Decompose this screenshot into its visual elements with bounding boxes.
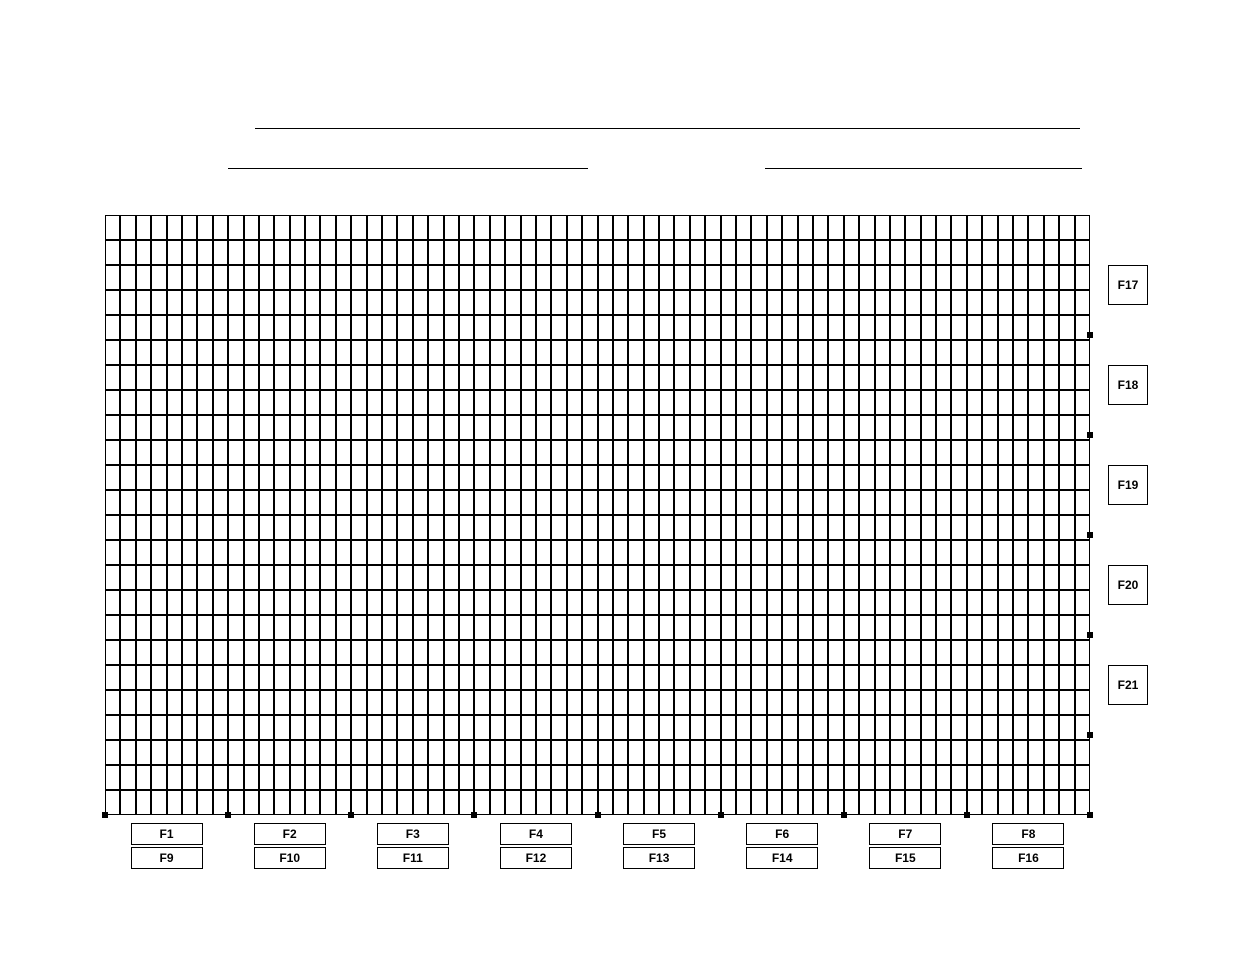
fkey-f13[interactable]: F13 xyxy=(623,847,695,869)
fkey-f7[interactable]: F7 xyxy=(869,823,941,845)
fkey-f16[interactable]: F16 xyxy=(992,847,1064,869)
fkey-f3[interactable]: F3 xyxy=(377,823,449,845)
side-tick xyxy=(1087,332,1093,338)
bottom-tick xyxy=(102,812,108,818)
fkey-f19[interactable]: F19 xyxy=(1108,465,1148,505)
side-tick xyxy=(1087,532,1093,538)
fkey-f10[interactable]: F10 xyxy=(254,847,326,869)
bottom-tick xyxy=(1087,812,1093,818)
grid-area xyxy=(105,215,1090,815)
bottom-tick xyxy=(225,812,231,818)
fkey-f18[interactable]: F18 xyxy=(1108,365,1148,405)
fkey-f6[interactable]: F6 xyxy=(746,823,818,845)
title-underline xyxy=(255,128,1080,129)
fkey-f1[interactable]: F1 xyxy=(131,823,203,845)
side-tick xyxy=(1087,732,1093,738)
bottom-tick xyxy=(595,812,601,818)
fkey-f8[interactable]: F8 xyxy=(992,823,1064,845)
fkey-f20[interactable]: F20 xyxy=(1108,565,1148,605)
fkey-f17[interactable]: F17 xyxy=(1108,265,1148,305)
fkey-f5[interactable]: F5 xyxy=(623,823,695,845)
fkey-f12[interactable]: F12 xyxy=(500,847,572,869)
fkey-f15[interactable]: F15 xyxy=(869,847,941,869)
bottom-tick xyxy=(964,812,970,818)
bottom-tick xyxy=(348,812,354,818)
fkey-f4[interactable]: F4 xyxy=(500,823,572,845)
bottom-tick xyxy=(841,812,847,818)
bottom-tick xyxy=(718,812,724,818)
fkey-f14[interactable]: F14 xyxy=(746,847,818,869)
side-tick xyxy=(1087,632,1093,638)
subheader-left-underline xyxy=(228,168,588,169)
fkey-f11[interactable]: F11 xyxy=(377,847,449,869)
fkey-f2[interactable]: F2 xyxy=(254,823,326,845)
fkey-f9[interactable]: F9 xyxy=(131,847,203,869)
subheader-right-underline xyxy=(765,168,1082,169)
side-tick xyxy=(1087,432,1093,438)
bottom-tick xyxy=(471,812,477,818)
page: F1 F2 F3 F4 F5 F6 F7 F8 F9 F10 F11 F12 F13 F14 F15 F16… xyxy=(0,0,1235,954)
fkey-f21[interactable]: F21 xyxy=(1108,665,1148,705)
